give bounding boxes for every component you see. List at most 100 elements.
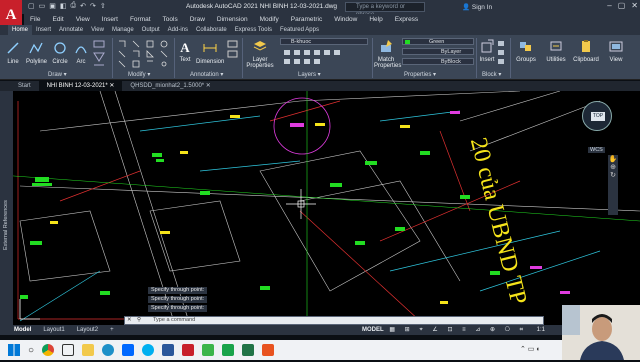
properties-panel-label[interactable]: Properties ▾ xyxy=(404,71,436,78)
menu-insert[interactable]: Insert xyxy=(102,16,118,23)
orbit-icon[interactable]: ↻ xyxy=(608,171,618,179)
model-space-toggle[interactable]: MODEL xyxy=(362,327,384,333)
menu-help[interactable]: Help xyxy=(369,16,382,23)
ribbon-tab-home[interactable]: Home xyxy=(8,25,33,35)
block-panel-label[interactable]: Block ▾ xyxy=(482,71,501,78)
ribbon-tab-annotate[interactable]: Annotate xyxy=(55,27,87,33)
insert-block-button[interactable]: Insert xyxy=(478,39,496,63)
tab-layout1[interactable]: Layout1 xyxy=(37,327,70,333)
windows-start-icon[interactable] xyxy=(8,344,20,356)
menu-window[interactable]: Window xyxy=(334,16,357,23)
tab-layout2[interactable]: Layout2 xyxy=(71,327,104,333)
new-icon[interactable]: ▢ xyxy=(28,2,35,10)
excel-icon[interactable] xyxy=(242,344,255,356)
task-view-icon[interactable] xyxy=(62,344,75,356)
undo-icon[interactable]: ↶ xyxy=(80,2,86,10)
menu-file[interactable]: File xyxy=(30,16,40,23)
annotation-scale[interactable]: 1:1 xyxy=(537,327,545,333)
saveas-icon[interactable]: ◧ xyxy=(60,2,67,10)
search-input[interactable]: Type a keyword or phrase xyxy=(345,2,425,18)
ribbon-tab-collaborate[interactable]: Collaborate xyxy=(192,27,231,33)
tab-nhi-binh[interactable]: NHI BINH 12-03-2021* ✕ xyxy=(38,81,123,91)
linetype-dropdown[interactable]: ByLayer xyxy=(402,48,474,55)
match-properties-button[interactable]: Match Properties xyxy=(374,39,401,69)
chrome-icon[interactable] xyxy=(42,344,55,356)
utilities-button[interactable]: Utilities xyxy=(542,39,570,63)
share-icon[interactable]: ⇧ xyxy=(100,2,106,10)
menu-view[interactable]: View xyxy=(76,16,90,23)
menu-format[interactable]: Format xyxy=(130,16,151,23)
system-tray[interactable]: ⌃ ▭ ◐ xyxy=(520,345,541,353)
ribbon-tab-view[interactable]: View xyxy=(87,27,108,33)
layer-tools-icon[interactable] xyxy=(282,48,366,68)
drawing-canvas[interactable]: 20 của UBND TP TOP WCS ✋ ⊕ ↻ xyxy=(0,91,640,325)
zalo-icon[interactable] xyxy=(122,344,135,356)
word-icon[interactable] xyxy=(162,344,175,356)
viewcube-top-face[interactable]: TOP xyxy=(591,112,605,121)
line-tool[interactable]: Line xyxy=(6,41,20,65)
menu-modify[interactable]: Modify xyxy=(260,16,279,23)
minimize-icon[interactable]: – xyxy=(607,1,611,10)
maximize-icon[interactable]: ▢ xyxy=(618,1,626,10)
sign-in-button[interactable]: 👤 Sign In xyxy=(462,3,492,11)
draw-extras[interactable] xyxy=(92,39,108,71)
modify-panel-label[interactable]: Modify ▾ xyxy=(128,71,150,78)
close-icon[interactable]: ✕ xyxy=(127,317,132,324)
open-icon[interactable]: ▭ xyxy=(39,2,46,10)
green-app-icon[interactable] xyxy=(202,344,215,356)
file-explorer-icon[interactable] xyxy=(82,344,95,356)
camtasia-icon[interactable] xyxy=(222,344,235,356)
view-button[interactable]: View xyxy=(604,39,628,63)
annotation-panel-label[interactable]: Annotation ▾ xyxy=(190,71,223,78)
arc-tool[interactable]: Arc xyxy=(74,41,88,65)
ribbon-tab-express-tools[interactable]: Express Tools xyxy=(231,27,276,33)
draw-panel-label[interactable]: Draw ▾ xyxy=(48,71,67,78)
command-line-input[interactable]: ✕ ⚲ Type a command xyxy=(124,316,544,325)
tab-start[interactable]: Start xyxy=(0,81,39,91)
annotation-extras-icon[interactable] xyxy=(226,39,240,69)
menu-tools[interactable]: Tools xyxy=(163,16,178,23)
lineweight-dropdown[interactable]: ByBlock xyxy=(402,58,474,65)
search-icon[interactable]: ○ xyxy=(28,345,34,356)
ribbon-tab-output[interactable]: Output xyxy=(138,27,164,33)
menu-draw[interactable]: Draw xyxy=(190,16,205,23)
ribbon-tab-manage[interactable]: Manage xyxy=(108,27,138,33)
block-extras-icon[interactable] xyxy=(496,39,506,67)
tab-qhsdd[interactable]: QHSDD_mionhat2_1.5000* ✕ xyxy=(122,81,218,91)
wcs-button[interactable]: WCS xyxy=(588,147,605,153)
modify-tools-icon[interactable] xyxy=(116,38,170,68)
layer-dropdown[interactable]: B-khuoc xyxy=(280,38,368,45)
autocad-taskbar-icon[interactable] xyxy=(182,344,195,356)
menu-express[interactable]: Express xyxy=(395,16,418,23)
close-icon[interactable]: ✕ xyxy=(206,83,211,89)
close-icon[interactable]: ✕ xyxy=(109,83,114,89)
tab-model[interactable]: Model xyxy=(0,327,37,333)
close-icon[interactable]: ✕ xyxy=(631,1,638,10)
layers-panel-label[interactable]: Layers ▾ xyxy=(298,71,321,78)
groups-button[interactable]: Groups xyxy=(514,39,538,63)
ribbon-tab-add-ins[interactable]: Add-ins xyxy=(164,27,192,33)
menu-edit[interactable]: Edit xyxy=(52,16,63,23)
pan-icon[interactable]: ✋ xyxy=(608,155,618,163)
text-tool[interactable]: A Text xyxy=(178,41,192,64)
layer-properties-button[interactable]: Layer Properties xyxy=(244,39,276,69)
menu-parametric[interactable]: Parametric xyxy=(291,16,322,23)
circle-tool[interactable]: Circle xyxy=(52,41,68,65)
skype-icon[interactable] xyxy=(142,344,155,356)
status-icons[interactable]: ▦ ⊞ ⌖ ∠ ⊡ ≡ ⊿ ⊕ ⎔ ⌗ xyxy=(389,327,527,333)
edge-icon[interactable] xyxy=(102,344,115,356)
viewcube[interactable]: TOP xyxy=(582,101,612,131)
redo-icon[interactable]: ↷ xyxy=(90,2,96,10)
clipboard-button[interactable]: Clipboard xyxy=(572,39,600,63)
save-icon[interactable]: ▣ xyxy=(49,2,56,10)
dimension-tool[interactable]: Dimension xyxy=(196,41,224,65)
ribbon-tab-featured-apps[interactable]: Featured Apps xyxy=(276,27,323,33)
customize-icon[interactable]: ⚲ xyxy=(137,317,141,324)
ribbon-tab-insert[interactable]: Insert xyxy=(32,27,55,33)
menu-dimension[interactable]: Dimension xyxy=(217,16,248,23)
polyline-tool[interactable]: Polyline xyxy=(26,41,47,65)
zoom-icon[interactable]: ⊕ xyxy=(608,163,618,171)
print-icon[interactable]: ⎙ xyxy=(71,2,77,10)
add-layout-button[interactable]: + xyxy=(104,327,120,333)
recorder-icon[interactable] xyxy=(262,344,275,356)
